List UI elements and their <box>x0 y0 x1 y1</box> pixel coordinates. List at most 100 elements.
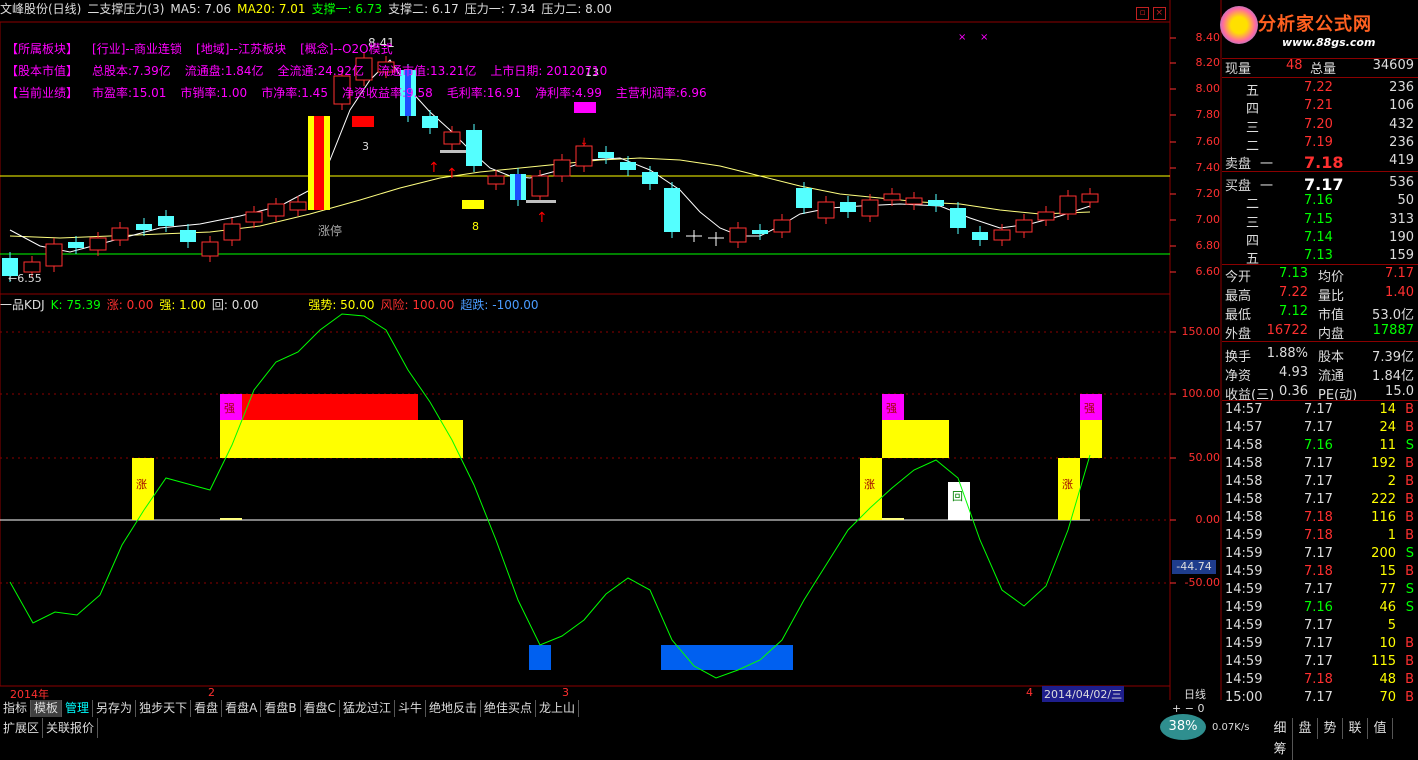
stat-row: 最高 7.22 量比 1.40 <box>1225 285 1414 304</box>
toolbar-button-7[interactable]: 看盘B <box>261 700 301 717</box>
chart-canvas[interactable]: ↑ ↑ ↑ ↓ × × <box>0 0 1222 700</box>
toolbar-button-0[interactable]: 指标 <box>0 700 32 717</box>
right-tab-4[interactable]: 值 <box>1368 718 1393 739</box>
toolbar-button-5[interactable]: 看盘 <box>191 700 223 717</box>
candle-body-up <box>773 219 791 233</box>
candle-body-down <box>158 216 174 226</box>
candle-body-down <box>466 130 482 166</box>
candle-body-up <box>553 159 571 177</box>
plus-icon[interactable]: + <box>1172 702 1181 715</box>
pager-controls[interactable]: + − 0 <box>1172 702 1204 715</box>
tick-row: 14:59 7.17 115 B <box>1225 654 1414 669</box>
right-tab-3[interactable]: 联 <box>1343 718 1368 739</box>
candle-body-up <box>23 261 41 273</box>
kdj-qiang-text: 强 <box>886 402 897 415</box>
toolbar-button-3[interactable]: 另存为 <box>93 700 137 717</box>
price-axis-label: 7.00 <box>1195 213 1221 226</box>
stat-row: 外盘 16722 内盘 17887 <box>1225 323 1414 342</box>
candle-body-down <box>928 200 944 206</box>
limit-up-bar-inner <box>314 116 324 210</box>
candle-body-down <box>68 242 84 248</box>
kdj-strong-block <box>220 420 463 458</box>
stat-row: 换手 1.88% 股本 7.39亿 <box>1225 346 1414 365</box>
toolbar-button-2[interactable]: 管理 <box>62 700 94 717</box>
info-row-capital: 【股本市值】 总股本:7.39亿 流通盘:1.84亿 全流通:24.92亿 流通市值:1… <box>6 64 608 78</box>
kdj-qiang-text: 强 <box>224 402 235 415</box>
sell-row: 五 7.22 236 <box>1246 80 1414 99</box>
extension-toolbar: 扩展区 关联报价 <box>0 718 1222 739</box>
right-tab-1[interactable]: 盘 <box>1293 718 1318 739</box>
candle-body-down <box>642 172 658 184</box>
candle-body-up <box>289 201 307 211</box>
toolbar-button-13[interactable]: 龙上山 <box>536 700 580 717</box>
tick-row: 15:00 7.17 70 B <box>1225 690 1414 705</box>
speed-label: 0.07K/s <box>1212 722 1250 733</box>
kdj-axis-label: -50.00 <box>1184 576 1220 589</box>
kdj-axis-label: 150.00 <box>1181 325 1221 338</box>
toolbar-button-8[interactable]: 看盘C <box>300 700 340 717</box>
minus-icon[interactable]: − <box>1185 702 1194 715</box>
price-axis-label: 6.80 <box>1195 239 1221 252</box>
candle-body-up <box>905 197 923 205</box>
kdj-zhang-text: 涨 <box>864 478 875 491</box>
kdj-k-line <box>9 313 1091 679</box>
info-row-performance: 【当前业绩】 市盈率:15.01 市销率:1.00 市净率:1.45 净资收益率:9.5… <box>6 86 707 100</box>
kdj-qiang-text: 强 <box>1084 402 1095 415</box>
price-axis-label: 8.40 <box>1195 31 1221 44</box>
stat-row: 今开 7.13 均价 7.17 <box>1225 266 1414 285</box>
toolbar-button-12[interactable]: 绝佳买点 <box>480 700 536 717</box>
signal-magenta-block <box>574 102 596 113</box>
candle-body-up <box>1081 193 1099 203</box>
kdj-oversold-block <box>529 645 551 670</box>
kdj-header: 一品KDJ K: 75.39 涨: 0.00 强: 1.00 回: 0.00 强势: 5… <box>0 298 539 312</box>
toolbar-button-10[interactable]: 斗牛 <box>394 700 426 717</box>
tick-row: 14:57 7.17 24 B <box>1225 420 1414 435</box>
candle-body-up <box>45 243 63 267</box>
tick-row: 14:58 7.17 192 B <box>1225 456 1414 471</box>
zero-icon[interactable]: 0 <box>1197 702 1204 715</box>
candle-body-up <box>487 175 505 185</box>
kdj-strong-block <box>1080 420 1102 458</box>
candle-body-down <box>664 188 680 232</box>
candle-body-up <box>531 175 549 197</box>
kdj-axis-label: 50.00 <box>1188 451 1221 464</box>
tick-row: 14:59 7.18 15 B <box>1225 564 1414 579</box>
signal-yellow-block <box>462 200 484 209</box>
candle-body-up <box>201 241 219 257</box>
candle-body-up <box>223 223 241 241</box>
candle-body-down <box>620 162 636 170</box>
ext-button-1[interactable]: 关联报价 <box>43 718 99 738</box>
volume-row: 现量 48 总量 34609 <box>1225 58 1414 77</box>
sell-row: 四 7.21 106 <box>1246 98 1414 118</box>
candle-body-up <box>267 203 285 217</box>
price-axis-label: 7.80 <box>1195 108 1221 121</box>
toolbar-button-11[interactable]: 绝地反击 <box>425 700 481 717</box>
tick-row: 14:59 7.17 77 S <box>1225 582 1414 597</box>
flower-logo-icon <box>1220 6 1258 44</box>
right-tab-2[interactable]: 势 <box>1318 718 1343 739</box>
buy-row: 买盘一 7.17 536 <box>1225 175 1414 194</box>
count-label-3: 3 <box>362 140 369 153</box>
tick-row: 14:59 7.17 5 <box>1225 618 1396 633</box>
kdj-hui-text: 回 <box>952 490 963 503</box>
sell-row: 三 7.20 432 <box>1246 116 1414 136</box>
kdj-small-mark <box>882 518 904 520</box>
price-axis-label: 6.60 <box>1195 265 1221 278</box>
quote-panel: 现量 48 总量 34609 五 7.22 236 四 7.21 106 三 7.20 432 二… <box>1222 58 1418 705</box>
stat-row: 净资 4.93 流通 1.84亿 <box>1225 365 1414 384</box>
candle-body-up <box>575 145 593 167</box>
right-tab-5[interactable]: 筹 <box>1268 739 1293 760</box>
stat-row: 最低 7.12 市值 53.0亿 <box>1225 304 1414 323</box>
toolbar-button-4[interactable]: 独步天下 <box>136 700 192 717</box>
toolbar-button-9[interactable]: 猛龙过江 <box>339 700 395 717</box>
ext-button-0[interactable]: 扩展区 <box>0 718 44 738</box>
limit-up-label: 涨停 <box>318 224 343 238</box>
right-tab-0[interactable]: 细 <box>1268 718 1293 739</box>
price-axis-label: 8.00 <box>1195 82 1221 95</box>
toolbar-button-1[interactable]: 模板 <box>31 700 63 717</box>
toolbar-button-6[interactable]: 看盘A <box>222 700 262 717</box>
candle-body-down <box>752 230 768 234</box>
candle-body-up <box>443 131 461 145</box>
right-tabs: 细盘势联值筹 <box>1268 718 1414 760</box>
candle-body-up <box>861 199 879 217</box>
